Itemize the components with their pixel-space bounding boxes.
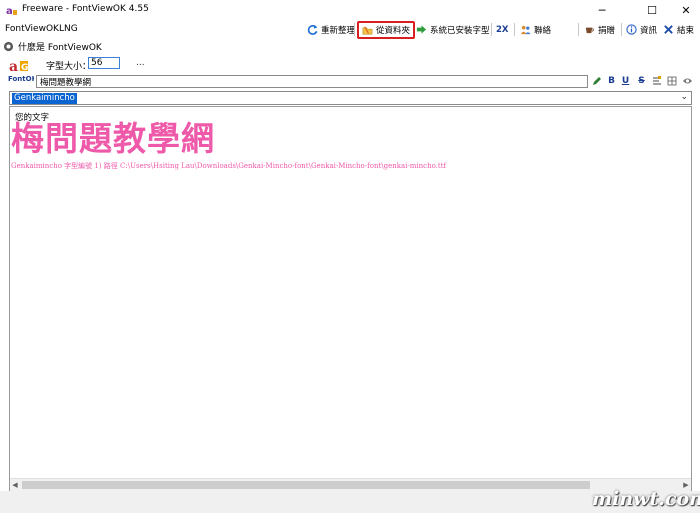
exit-label: 結束: [677, 25, 695, 36]
info-icon: [626, 24, 637, 35]
whatis-label: 什麼是 FontViewOK: [18, 42, 102, 53]
scrollbar-thumb[interactable]: [22, 481, 590, 489]
info-button[interactable]: 資訊: [623, 22, 660, 37]
refresh-icon: [307, 24, 318, 35]
zoom-2x-button[interactable]: 2X: [493, 22, 511, 37]
installed-fonts-button[interactable]: 系統已安裝字型: [413, 22, 493, 37]
toolbar-divider: [578, 23, 579, 36]
close-button[interactable]: ✕: [672, 0, 700, 21]
contact-label: 聯絡: [534, 25, 552, 36]
close-x-icon: [664, 25, 673, 34]
contact-button[interactable]: 聯絡: [517, 22, 554, 37]
scroll-left-icon[interactable]: ◀: [10, 479, 20, 491]
align-icon[interactable]: [651, 75, 662, 87]
menu-fontviewok[interactable]: FontViewOK: [5, 24, 59, 34]
svg-text:G: G: [21, 63, 28, 73]
bold-button[interactable]: B: [606, 75, 617, 87]
fontviewok-logo: a G FontOK: [8, 59, 34, 83]
folder-icon: [362, 26, 373, 34]
preview-sample-text: 梅問題教學網: [11, 119, 215, 158]
app-icon: a: [6, 6, 17, 16]
exit-button[interactable]: 結束: [660, 22, 697, 37]
toolbar-divider: [514, 23, 515, 36]
donate-label: 捐贈: [598, 25, 616, 36]
from-folder-label: 從資料夾: [376, 26, 411, 36]
font-select[interactable]: Genkaimincho ⌄: [9, 91, 692, 105]
watermark: minwt.com: [592, 488, 700, 510]
info-label: 資訊: [640, 25, 658, 36]
maximize-button[interactable]: ☐: [638, 0, 666, 21]
from-folder-button[interactable]: 從資料夾: [357, 21, 416, 39]
toolbar-divider: [621, 23, 622, 36]
font-size-input[interactable]: [88, 57, 120, 69]
sample-text-input[interactable]: [36, 75, 588, 88]
whatis-link[interactable]: 什麼是 FontViewOK: [3, 39, 102, 53]
menu-lng[interactable]: LNG: [59, 24, 78, 34]
more-options-button[interactable]: ...: [136, 58, 145, 68]
people-icon: [520, 25, 531, 35]
font-size-label: 字型大小：: [46, 62, 92, 72]
font-select-value: Genkaimincho: [12, 93, 77, 104]
svg-text:a: a: [9, 59, 18, 75]
toolbar-divider: [491, 23, 492, 36]
toolbar-divider: [354, 23, 355, 36]
svg-text:FontOK: FontOK: [8, 75, 34, 83]
coffee-icon: [585, 27, 594, 34]
installed-fonts-label: 系統已安裝字型: [430, 25, 490, 36]
font-path-text: Genkaimincho 字型編號 1) 路徑 C:\Users\Hsiting…: [11, 162, 447, 170]
svg-text:a: a: [6, 6, 13, 16]
donate-button[interactable]: 捐贈: [581, 22, 618, 37]
grid-icon[interactable]: [666, 75, 677, 87]
globe-icon: [3, 41, 14, 51]
view-icon[interactable]: [682, 75, 693, 87]
minimize-button[interactable]: ─: [588, 0, 616, 21]
underline-button[interactable]: U: [620, 75, 631, 87]
arrow-right-icon: [416, 25, 427, 34]
chevron-down-icon: ⌄: [680, 92, 688, 102]
pen-icon[interactable]: [591, 75, 602, 87]
window-title: Freeware - FontViewOK 4.55: [22, 4, 149, 14]
horizontal-scrollbar[interactable]: ◀ ▶: [10, 478, 691, 491]
strikethrough-button[interactable]: S: [636, 75, 647, 87]
reload-label: 重新整理: [321, 25, 356, 36]
reload-button[interactable]: 重新整理: [304, 22, 358, 37]
